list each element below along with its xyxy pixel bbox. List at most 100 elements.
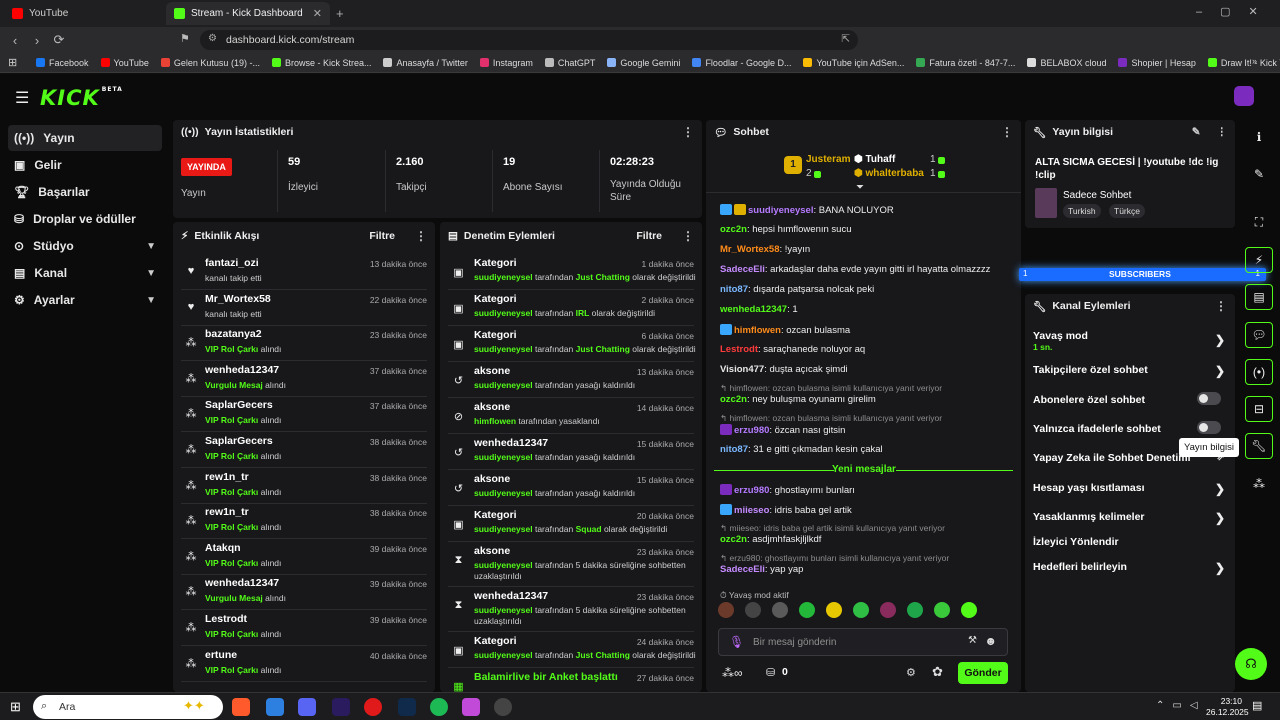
- chat-message[interactable]: Lestrodt: saraçhanede noluyor aq: [720, 344, 865, 355]
- emote-icon[interactable]: [772, 602, 788, 618]
- activity-item[interactable]: ⁂ Lestrodt VIP Rol Çarkı alındı 39 dakik…: [181, 610, 427, 646]
- moderation-item[interactable]: ▣ Kategori suudiyeneysel tarafından Just…: [448, 254, 696, 290]
- chat-message[interactable]: Mr_Wortex58: !yayın: [720, 244, 810, 255]
- emote-icon[interactable]: [934, 602, 950, 618]
- chat-username[interactable]: himflowen: [734, 325, 781, 336]
- emote-icon[interactable]: [745, 602, 761, 618]
- activity-item[interactable]: ♥ Mr_Wortex58 kanalı takip etti 22 dakik…: [181, 290, 427, 326]
- emotes-only-toggle[interactable]: [1197, 421, 1221, 434]
- chat-username[interactable]: erzu980: [734, 425, 769, 436]
- tag-chip[interactable]: Türkçe: [1109, 204, 1145, 218]
- bookmark-shopier[interactable]: Shopier | Hesap: [1118, 58, 1196, 68]
- more-options-icon[interactable]: ⋮: [682, 229, 694, 243]
- bookmark-belabox[interactable]: BELABOX cloud: [1027, 58, 1106, 68]
- chat-message[interactable]: erzu980: özcan nası gitsin: [720, 424, 845, 436]
- points-icon[interactable]: ⁂∞: [722, 666, 743, 680]
- broadcast-icon[interactable]: (•): [1245, 359, 1273, 385]
- action-slow-mode[interactable]: Yavaş mod ❯: [1033, 330, 1227, 347]
- activity-user[interactable]: Atakqn: [205, 542, 241, 554]
- lightning-icon[interactable]: ⚡︎: [1245, 247, 1273, 273]
- sidebar-item-ayarlar[interactable]: ⚙ Ayarlar ▼: [8, 287, 162, 313]
- activity-user[interactable]: SaplarGecers: [205, 399, 273, 411]
- spotify-icon[interactable]: [430, 698, 448, 716]
- support-chat-icon[interactable]: ☊: [1235, 648, 1267, 680]
- sidebar-item-kanal[interactable]: ▤ Kanal ▼: [8, 260, 162, 286]
- bookmark-adsense[interactable]: YouTube için AdSen...: [803, 58, 904, 68]
- chat-username[interactable]: nito87: [720, 284, 748, 295]
- bookmark-kick[interactable]: Browse - Kick Strea...: [271, 58, 371, 68]
- filter-button[interactable]: Filtre: [369, 230, 395, 242]
- list-icon[interactable]: ▤: [1245, 284, 1273, 310]
- address-bar[interactable]: ⚙ dashboard.kick.com/stream ⇱: [200, 30, 858, 50]
- forward-icon[interactable]: ›: [26, 33, 48, 48]
- chat-username[interactable]: miieseo: [734, 505, 769, 516]
- emote-icon[interactable]: [880, 602, 896, 618]
- chat-settings-icon[interactable]: ⚙: [906, 666, 916, 679]
- moderation-item[interactable]: ▣ Kategori suudiyeneysel tarafından Squa…: [448, 506, 694, 542]
- activity-item[interactable]: ⁂ bazatanya2 VIP Rol Çarkı alındı 23 dak…: [181, 325, 427, 362]
- chat-username[interactable]: Lestrodt: [720, 344, 758, 355]
- sidebar-item-droplar[interactable]: ⛁ Droplar ve ödüller: [8, 206, 162, 232]
- moderation-icon[interactable]: ⊟: [1245, 396, 1273, 422]
- more-options-icon[interactable]: ⋮: [1215, 299, 1227, 313]
- app-icon[interactable]: [266, 698, 284, 716]
- emoji-icon[interactable]: ☻: [984, 634, 997, 648]
- bookmark-instagram[interactable]: Instagram: [479, 58, 533, 68]
- more-bookmarks-icon[interactable]: »: [1252, 56, 1257, 66]
- activity-item[interactable]: ⁂ wenheda12347 Vurgulu Mesaj alındı 37 d…: [181, 361, 427, 397]
- activity-user[interactable]: fantazi_ozi: [205, 257, 259, 269]
- bookmark-icon[interactable]: ⚑: [180, 32, 190, 45]
- bookmark-draw-it[interactable]: Draw It! - Kick Yayın...: [1207, 58, 1280, 68]
- profile-avatar[interactable]: [1234, 86, 1254, 106]
- info-icon[interactable]: ℹ: [1245, 124, 1273, 150]
- activity-item[interactable]: ⁂ rew1n_tr VIP Rol Çarkı alındı 38 dakik…: [181, 468, 427, 504]
- opera-icon[interactable]: [364, 698, 382, 716]
- send-button[interactable]: Gönder: [958, 662, 1008, 684]
- activity-user[interactable]: rew1n_tr: [205, 506, 249, 518]
- action-account-age[interactable]: Hesap yaşı kısıtlaması ❯: [1033, 482, 1227, 496]
- more-options-icon[interactable]: ⋮: [415, 229, 427, 243]
- action-emotes-only[interactable]: Yalnızca ifadelerle sohbet: [1033, 421, 1227, 435]
- chat-message[interactable]: erzu980: ghostlayımı bunları: [720, 484, 855, 496]
- bookmark-twitter[interactable]: Anasayfa / Twitter: [383, 58, 468, 68]
- activity-user[interactable]: Mr_Wortex58: [205, 293, 271, 305]
- bookmark-invoice[interactable]: Fatura özeti - 847-7...: [916, 58, 1015, 68]
- action-subscribers-only[interactable]: Abonelere özel sohbet: [1033, 392, 1227, 406]
- moderation-item[interactable]: ▣ Kategori suudiyeneysel tarafından Just…: [448, 326, 696, 362]
- action-raid[interactable]: İzleyici Yönlendir: [1033, 536, 1227, 548]
- emote-icon[interactable]: [799, 602, 815, 618]
- gift-icon[interactable]: ⛁: [766, 666, 775, 679]
- share-icon[interactable]: ⇱: [841, 33, 850, 45]
- moderation-item[interactable]: ↺ aksone suudiyeneysel tarafından yasağı…: [448, 362, 694, 398]
- tag-chip[interactable]: Turkish: [1063, 204, 1101, 218]
- chat-message[interactable]: SadeceEli: arkadaşlar daha evde yayın gi…: [720, 264, 990, 275]
- activity-user[interactable]: SaplarGecers: [205, 435, 273, 447]
- emote-icon[interactable]: [961, 602, 977, 618]
- category-name[interactable]: Sadece Sohbet: [1063, 190, 1131, 201]
- activity-user[interactable]: rew1n_tr: [205, 471, 249, 483]
- bookmark-facebook[interactable]: Facebook: [36, 58, 89, 68]
- notifications-icon[interactable]: ▤: [1252, 699, 1262, 712]
- fullscreen-icon[interactable]: ⛶: [1245, 209, 1273, 235]
- subscribers-only-toggle[interactable]: [1197, 392, 1221, 405]
- bookmark-chatgpt[interactable]: ChatGPT: [544, 58, 595, 68]
- activity-user[interactable]: ertune: [205, 649, 237, 661]
- chat-message[interactable]: SadeceEli: yap yap: [720, 564, 803, 575]
- moderation-item[interactable]: ⧗ wenheda12347 suudiyeneysel tarafından …: [448, 587, 694, 632]
- chat-username[interactable]: ozc2n: [720, 394, 747, 405]
- brave-icon[interactable]: [232, 698, 250, 716]
- activity-item[interactable]: ⁂ Atakqn VIP Rol Çarkı alındı 39 dakika …: [181, 539, 427, 575]
- bookmark-gmail[interactable]: Gelen Kutusu (19) -...: [160, 58, 260, 68]
- moderation-item[interactable]: ▣ Kategori suudiyeneysel tarafından IRL …: [448, 290, 694, 326]
- activity-item[interactable]: ⁂ ertune VIP Rol Çarkı alındı 40 dakika …: [181, 646, 427, 682]
- moderation-item[interactable]: ↺ wenheda12347 suudiyeneysel tarafından …: [448, 434, 694, 470]
- action-goals[interactable]: Hedefleri belirleyin ❯: [1033, 561, 1227, 575]
- emote-picker-icon[interactable]: ✿: [932, 664, 943, 680]
- chat-message[interactable]: miieseo: idris baba gel artik: [720, 504, 852, 516]
- emote-icon[interactable]: [853, 602, 869, 618]
- chat-username[interactable]: suudiyeneysel: [748, 205, 813, 216]
- chat-message[interactable]: ozc2n: asdjmhfaskjljlkdf: [720, 534, 821, 545]
- apps-grid-icon[interactable]: ⊞: [8, 56, 17, 69]
- windows-start-icon[interactable]: ⊞: [10, 699, 21, 715]
- premiere-icon[interactable]: [332, 698, 350, 716]
